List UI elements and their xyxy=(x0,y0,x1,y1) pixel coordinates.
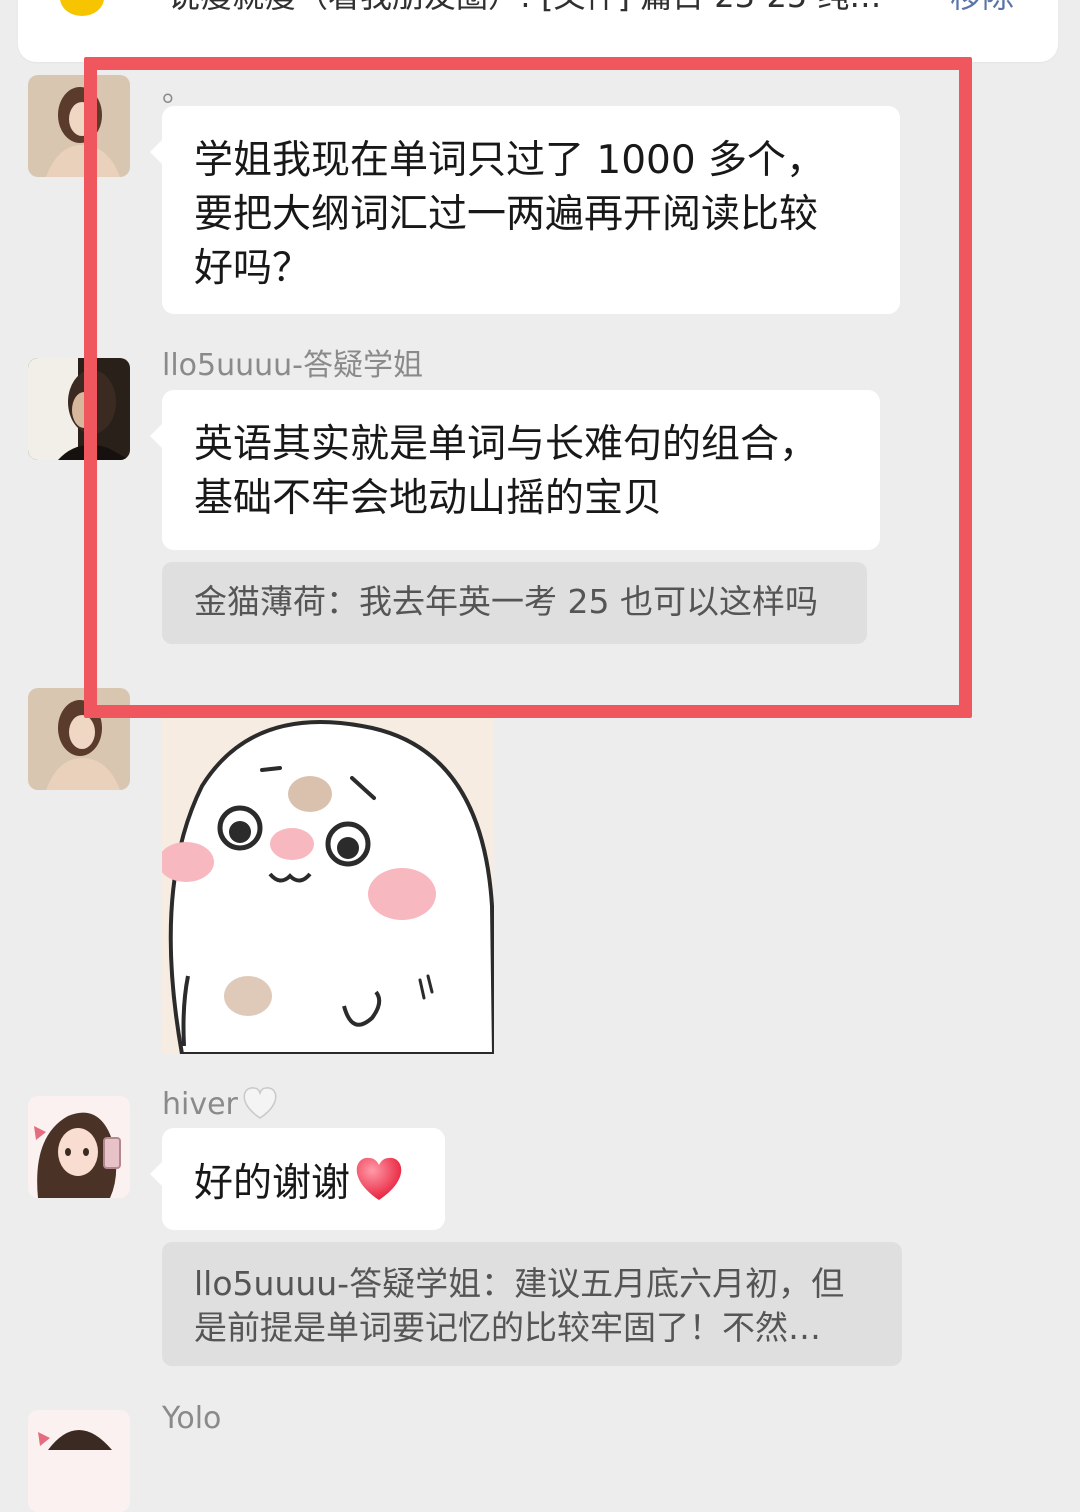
avatar[interactable] xyxy=(28,688,130,790)
quoted-reply[interactable]: 金猫薄荷：我去年英一考 25 也可以这样吗 xyxy=(162,562,867,644)
red-heart-icon xyxy=(356,1157,402,1200)
pinned-message-bar[interactable]: 说瘦就瘦（看我朋友圈）: [文件] 篇目 23-25 纯… 移除 xyxy=(18,0,1058,62)
message-text-line: 好吗？ xyxy=(194,246,312,291)
quoted-reply[interactable]: llo5uuuu-答疑学姐：建议五月底六月初，但 是前提是单词要记忆的比较牢固了… xyxy=(162,1242,902,1366)
sender-name: Yolo xyxy=(162,1401,222,1436)
chat-bubble-icon xyxy=(60,0,104,16)
remove-button[interactable]: 移除 xyxy=(950,0,1014,16)
message-text-line: 学姐我现在单词只过了 1000 多个， xyxy=(194,138,826,183)
message-bubble[interactable]: 好的谢谢 xyxy=(150,1128,445,1230)
message-text-line: 要把大纲词汇过一两遍再开阅读比较 xyxy=(194,192,819,237)
message-bubble[interactable]: 英语其实就是单词与长难句的组合， 基础不牢会地动山摇的宝贝 xyxy=(150,390,880,550)
message-bubble[interactable]: 学姐我现在单词只过了 1000 多个， 要把大纲词汇过一两遍再开阅读比较 好吗？ xyxy=(150,106,900,314)
avatar[interactable] xyxy=(28,358,130,460)
sender-name: hiver xyxy=(162,1086,278,1123)
seal-sticker[interactable] xyxy=(162,706,494,1054)
message-text-line: 基础不牢会地动山摇的宝贝 xyxy=(194,476,663,521)
avatar[interactable] xyxy=(28,1096,130,1198)
white-heart-icon xyxy=(243,1087,277,1119)
sender-name: 。 xyxy=(162,74,192,109)
avatar[interactable] xyxy=(28,75,130,177)
quoted-text: 金猫薄荷：我去年英一考 25 也可以这样吗 xyxy=(194,582,818,621)
sender-name: llo5uuuu-答疑学姐 xyxy=(162,348,423,383)
pinned-message-text: 说瘦就瘦（看我朋友圈）: [文件] 篇目 23-25 纯… xyxy=(168,0,908,16)
message-text: 好的谢谢 xyxy=(194,1161,351,1206)
quoted-text-line: 是前提是单词要记忆的比较牢固了！不然… xyxy=(194,1308,821,1347)
quoted-text-line: llo5uuuu-答疑学姐：建议五月底六月初，但 xyxy=(194,1264,845,1303)
message-text-line: 英语其实就是单词与长难句的组合， xyxy=(194,422,819,467)
avatar[interactable] xyxy=(28,1410,130,1512)
